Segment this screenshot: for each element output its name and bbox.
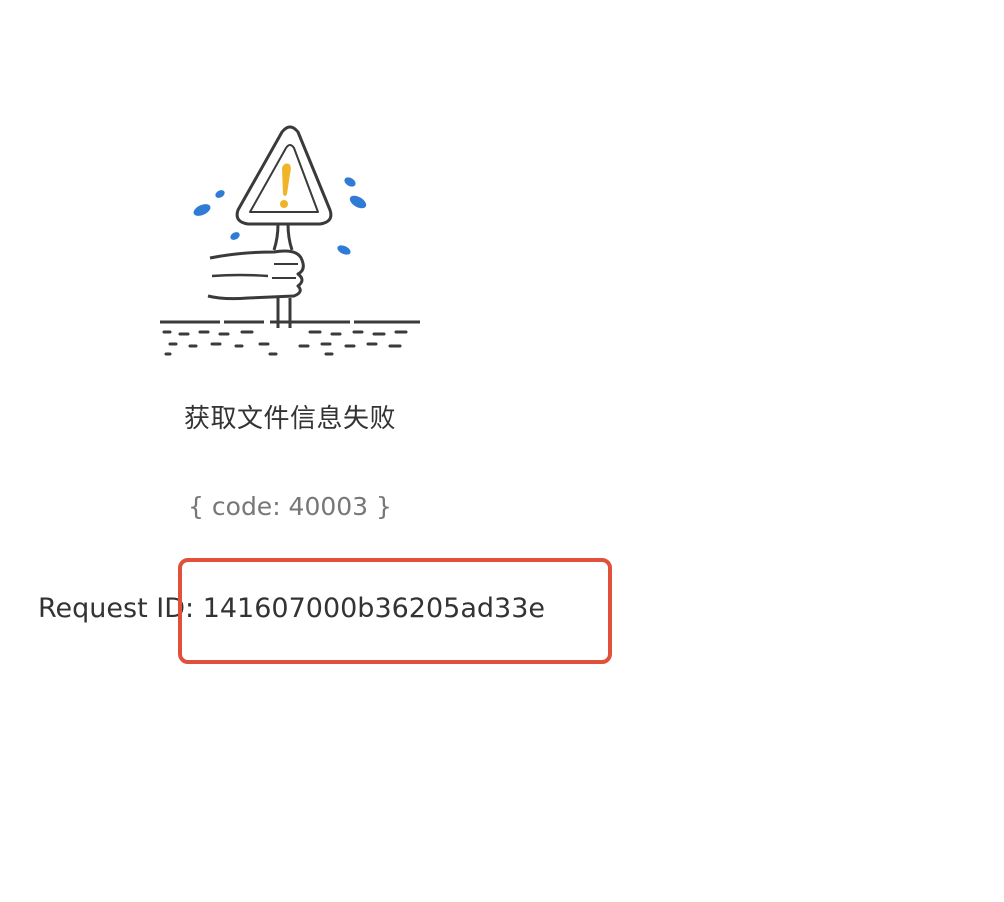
request-id-label: Request ID: (38, 593, 195, 624)
error-illustration (150, 118, 430, 358)
error-code: { code: 40003 } (188, 492, 392, 521)
annotation-highlight-box (178, 558, 612, 664)
warning-trowel-icon (160, 125, 420, 356)
error-message: 获取文件信息失败 (183, 404, 396, 434)
